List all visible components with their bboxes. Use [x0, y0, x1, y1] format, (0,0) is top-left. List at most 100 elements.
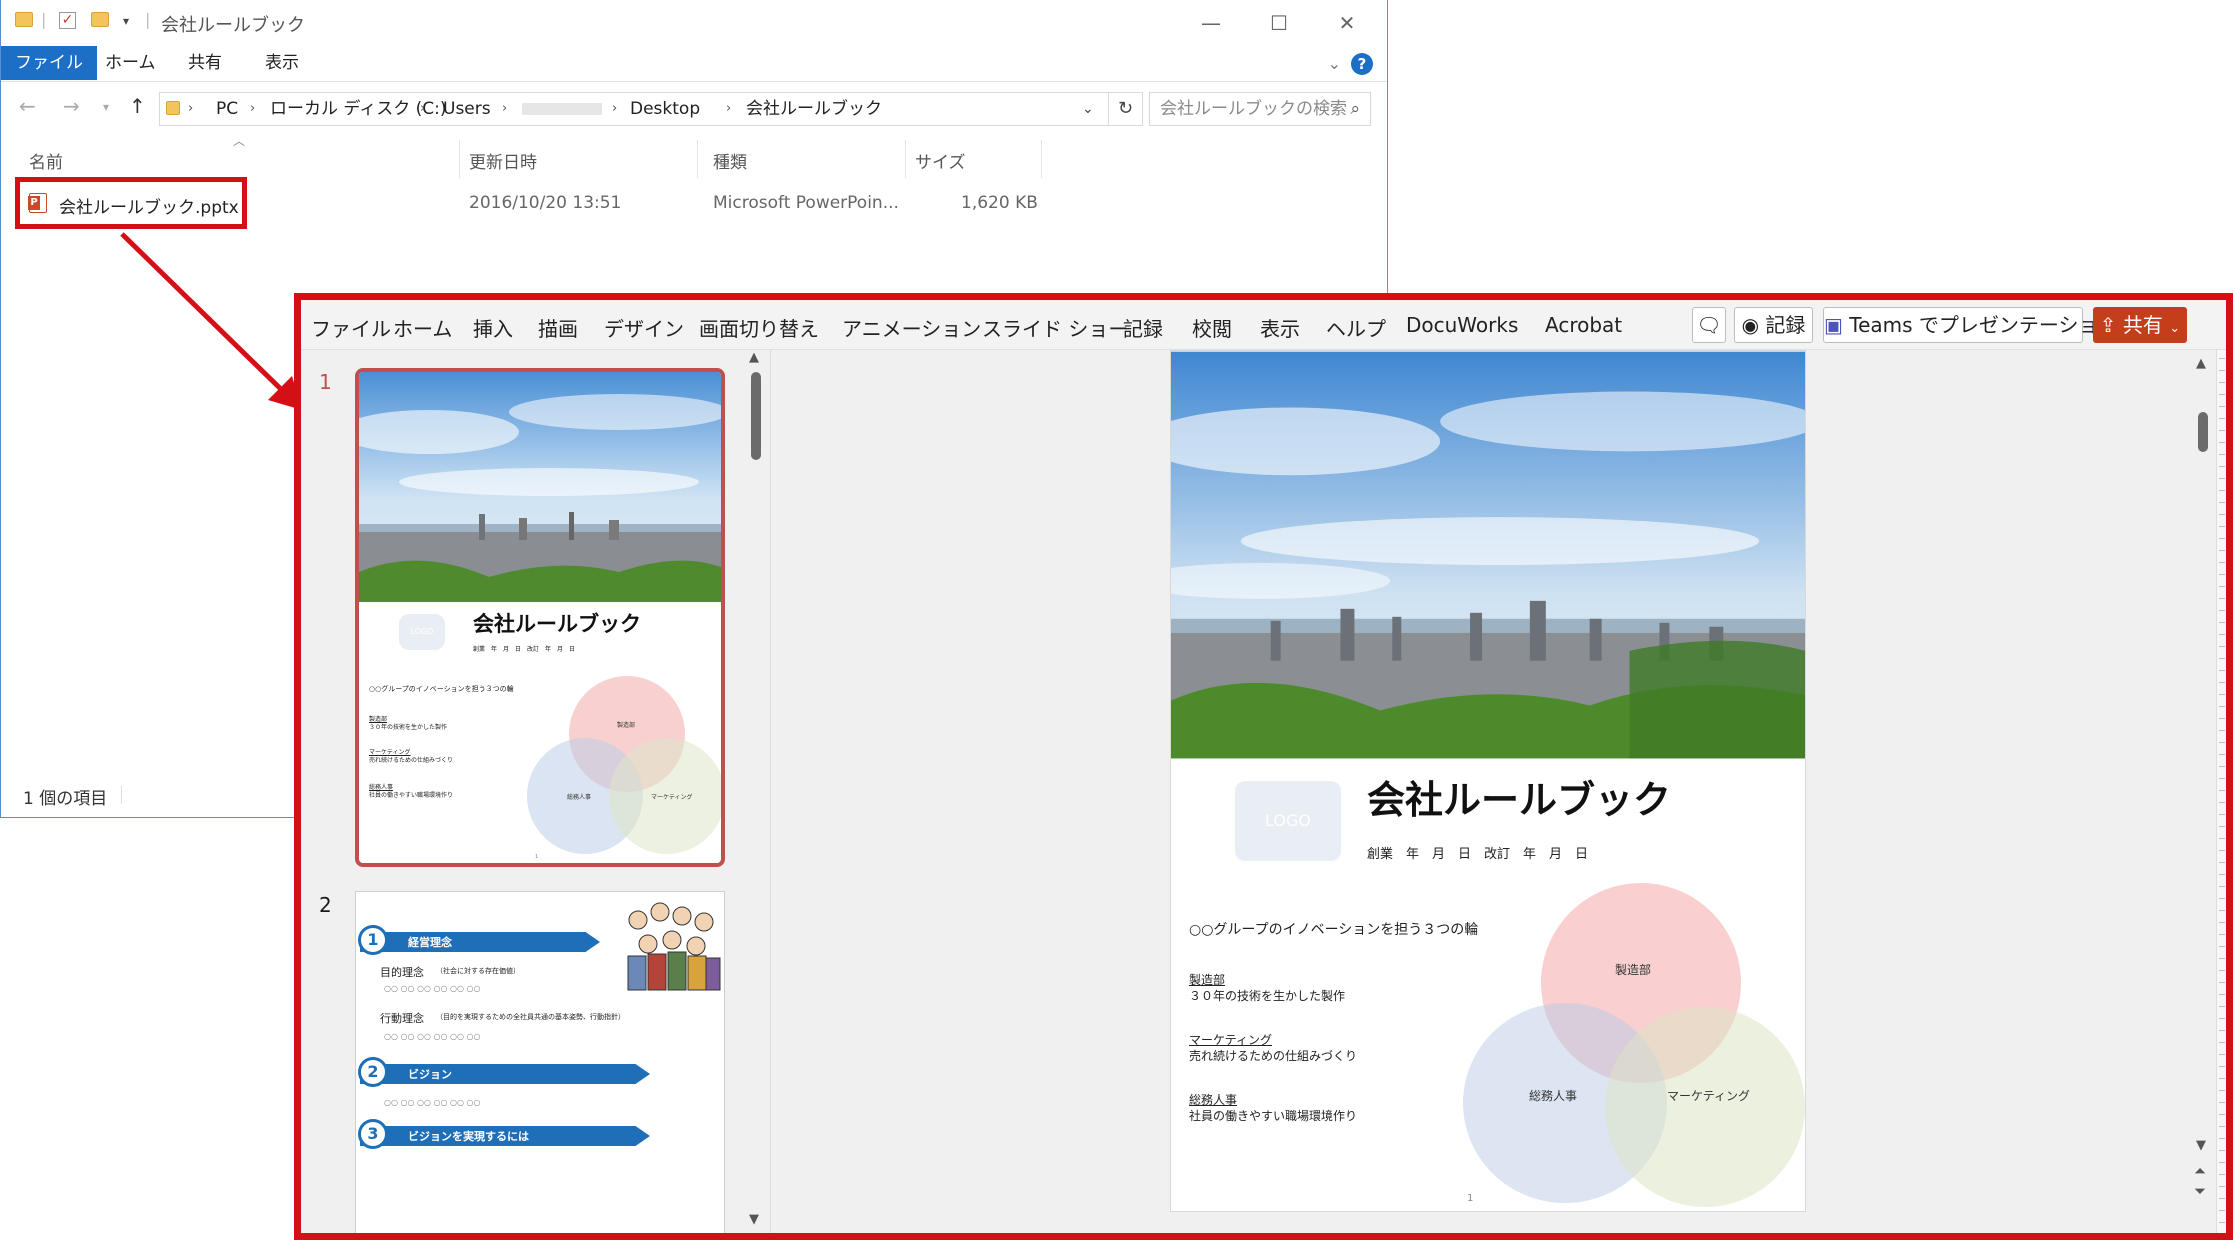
ruler-tick — [2219, 1150, 2225, 1151]
sort-ascending-icon: ︿ — [233, 134, 246, 148]
ruler-tick — [2219, 1102, 2225, 1103]
back-icon[interactable]: ← — [19, 94, 36, 118]
ruler-tick — [2219, 454, 2225, 455]
address-segment-desktop[interactable]: Desktop — [630, 93, 700, 125]
chevron-down-icon[interactable]: ⌄ — [1328, 54, 1341, 73]
slide-number: 2 — [319, 893, 332, 917]
menu-slideshow[interactable]: スライド ショー — [982, 313, 1128, 342]
column-divider[interactable] — [1041, 140, 1042, 178]
share-label: 共有 — [2122, 313, 2163, 337]
ruler-tick — [2219, 838, 2225, 839]
column-divider[interactable] — [459, 140, 460, 178]
ruler-tick — [2219, 1138, 2225, 1139]
ruler-tick — [2219, 982, 2225, 983]
forward-icon[interactable]: → — [63, 94, 80, 118]
slide-thumbnail-2[interactable]: 1 経営理念 目的理念 （社会に対する存在価値） ○○ ○○ ○○ ○○ ○○ … — [355, 891, 725, 1233]
chevron-right-icon[interactable]: › — [502, 93, 507, 125]
tab-share[interactable]: 共有 — [174, 46, 236, 80]
next-slide-icon[interactable]: ⏷ — [2194, 1182, 2206, 1200]
tab-view[interactable]: 表示 — [251, 46, 313, 80]
scroll-down-icon[interactable]: ▼ — [749, 1212, 759, 1227]
ruler-tick — [2219, 1174, 2225, 1175]
record-button[interactable]: ◉ 記録 — [1734, 307, 1813, 343]
menu-file[interactable]: ファイル — [311, 313, 391, 342]
tab-file[interactable]: ファイル — [1, 46, 97, 80]
section-banner — [360, 1064, 650, 1084]
column-header-name[interactable]: 名前 — [29, 148, 63, 173]
refresh-icon[interactable]: ↻ — [1109, 92, 1143, 126]
menu-review[interactable]: 校閲 — [1192, 313, 1232, 342]
scroll-up-icon[interactable]: ▲ — [2196, 356, 2206, 371]
venn-circle-marketing — [1605, 1007, 1805, 1207]
close-icon[interactable]: ✕ — [1327, 8, 1367, 38]
tab-home[interactable]: ホーム — [91, 46, 170, 80]
menu-view[interactable]: 表示 — [1260, 313, 1300, 342]
column-header-size[interactable]: サイズ — [915, 148, 966, 173]
slide-thumbnail-pane: 1 LOGO 会社ルールブック 創業 年 月 日 改訂 年 月 日 ○○グループ… — [301, 350, 771, 1233]
properties-icon[interactable]: ✓ — [59, 12, 76, 29]
menu-home[interactable]: ホーム — [393, 313, 452, 342]
chevron-down-icon[interactable]: ⌄ — [1082, 93, 1094, 125]
menu-docuworks[interactable]: DocuWorks — [1406, 313, 1518, 337]
ruler-tick — [2219, 922, 2225, 923]
search-icon[interactable]: ⌕ — [1350, 93, 1360, 125]
menu-draw[interactable]: 描画 — [538, 313, 578, 342]
chevron-right-icon[interactable]: › — [612, 93, 617, 125]
ruler-tick — [2219, 1222, 2225, 1223]
up-icon[interactable]: ↑ — [129, 94, 146, 118]
help-icon[interactable]: ? — [1351, 53, 1373, 75]
address-segment-pc[interactable]: PC — [216, 93, 238, 125]
menu-record[interactable]: 記録 — [1123, 313, 1163, 342]
share-button[interactable]: ⇪ 共有 ⌄ — [2093, 307, 2187, 343]
column-header-type[interactable]: 種類 — [713, 148, 747, 173]
chevron-right-icon[interactable]: › — [726, 93, 731, 125]
menu-insert[interactable]: 挿入 — [473, 313, 513, 342]
slide-thumbnail-1[interactable]: LOGO 会社ルールブック 創業 年 月 日 改訂 年 月 日 ○○グループのイ… — [355, 368, 725, 867]
chevron-down-icon: ⌄ — [2169, 321, 2181, 336]
row-dots: ○○ ○○ ○○ ○○ ○○ ○○ — [384, 1032, 481, 1041]
item-desc: ３０年の技術を生かした製作 — [1189, 989, 1346, 1003]
ruler-tick — [2219, 1006, 2225, 1007]
chevron-right-icon[interactable]: › — [188, 93, 193, 125]
ruler-tick — [2219, 598, 2225, 599]
menu-transitions[interactable]: 画面切り替え — [699, 313, 819, 342]
menu-design[interactable]: デザイン — [604, 313, 684, 342]
item-desc: ３０年の技術を生かした製作 — [369, 724, 448, 731]
menu-animations[interactable]: アニメーション — [842, 313, 981, 342]
address-segment-users[interactable]: Users — [443, 93, 491, 125]
scroll-down-icon[interactable]: ▼ — [2196, 1138, 2206, 1153]
previous-slide-icon[interactable]: ⏶ — [2194, 1162, 2206, 1180]
scroll-up-icon[interactable]: ▲ — [749, 350, 759, 365]
chevron-right-icon[interactable]: › — [250, 93, 255, 125]
file-size: 1,620 KB — [961, 193, 1038, 213]
menu-acrobat[interactable]: Acrobat — [1545, 313, 1622, 337]
slide-canvas[interactable]: LOGO 会社ルールブック 創業 年 月 日 改訂 年 月 日 ○○グループのイ… — [1170, 350, 1806, 1212]
file-name[interactable]: 会社ルールブック.pptx — [59, 193, 239, 218]
column-divider[interactable] — [905, 140, 906, 178]
recent-dropdown-icon[interactable]: ▾ — [103, 100, 109, 114]
teams-present-button[interactable]: ▣ Teams でプレゼンテーション — [1823, 307, 2119, 343]
section-label: ビジョン — [408, 1068, 452, 1081]
editor-scrollbar[interactable] — [2198, 412, 2208, 452]
qa-dropdown-icon[interactable]: ▾ — [123, 14, 129, 28]
powerpoint-window: ファイル ホーム 挿入 描画 デザイン 画面切り替え アニメーション スライド … — [294, 293, 2233, 1240]
minimize-icon[interactable]: — — [1191, 8, 1231, 38]
maximize-icon[interactable]: ☐ — [1259, 8, 1299, 38]
ruler-tick — [2219, 802, 2225, 803]
new-folder-icon[interactable] — [91, 12, 109, 27]
search-input[interactable]: 会社ルールブックの検索 ⌕ — [1149, 92, 1371, 126]
column-divider[interactable] — [697, 140, 698, 178]
row-title: 目的理念 — [380, 966, 424, 979]
column-header-modified[interactable]: 更新日時 — [469, 148, 537, 173]
address-segment-folder[interactable]: 会社ルールブック — [746, 93, 882, 125]
ruler-tick — [2219, 370, 2225, 371]
menu-help[interactable]: ヘルプ — [1326, 313, 1386, 342]
ruler-tick — [2219, 694, 2225, 695]
city-sky-photo — [359, 372, 721, 602]
thumbnail-scrollbar[interactable] — [751, 372, 761, 460]
comment-icon[interactable]: 🗨 — [1692, 307, 1726, 343]
chevron-right-icon[interactable]: › — [420, 93, 425, 125]
ruler-tick — [2219, 886, 2225, 887]
address-bar[interactable]: › PC › ローカル ディスク (C:) › Users › › Deskto… — [159, 92, 1109, 126]
ruler-tick — [2219, 418, 2225, 419]
